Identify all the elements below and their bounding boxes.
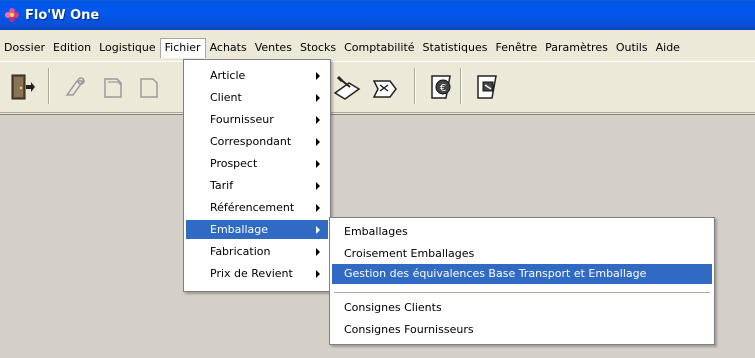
menu-dossier[interactable]: Dossier (0, 38, 49, 58)
tool-icon-3[interactable] (132, 68, 166, 106)
menu-stocks[interactable]: Stocks (296, 38, 340, 58)
menu-parametres[interactable]: Paramètres (541, 38, 612, 58)
submenu-arrow-icon (316, 94, 320, 102)
menu-item-label: Fabrication (210, 245, 271, 258)
menu-item-label: Emballage (210, 223, 268, 236)
fichier-item-correspondant[interactable]: Correspondant (186, 132, 328, 151)
flower-app-icon[interactable] (4, 7, 20, 23)
menu-comptabilite[interactable]: Comptabilité (340, 38, 418, 58)
svg-text:€: € (440, 83, 446, 94)
submenu-arrow-icon (316, 182, 320, 190)
submenu-arrow-icon (316, 138, 320, 146)
menu-edition[interactable]: Edition (49, 38, 95, 58)
fichier-item-fabrication[interactable]: Fabrication (186, 242, 328, 261)
tool-icon-1[interactable] (60, 68, 94, 106)
menu-item-label: Tarif (210, 179, 234, 192)
tool-icon-4[interactable] (330, 68, 364, 106)
submenu-item-croisement-emballages[interactable]: Croisement Emballages (332, 244, 712, 264)
submenu-arrow-icon (316, 72, 320, 80)
menu-item-label: Prospect (210, 157, 258, 170)
fichier-item-referencement[interactable]: Référencement (186, 198, 328, 217)
menu-logistique[interactable]: Logistique (95, 38, 160, 58)
submenu-arrow-icon (316, 160, 320, 168)
menu-item-label: Référencement (210, 201, 295, 214)
fichier-item-prospect[interactable]: Prospect (186, 154, 328, 173)
fichier-item-emballage[interactable]: Emballage (186, 220, 328, 239)
title-bar: Flo'W One (0, 0, 755, 30)
window-title: Flo'W One (25, 7, 100, 23)
menu-separator (334, 292, 710, 293)
exit-icon[interactable] (6, 68, 40, 106)
submenu-item-emballages[interactable]: Emballages (332, 222, 712, 242)
menu-item-label: Fournisseur (210, 113, 274, 126)
toolbar: € (0, 61, 755, 113)
fichier-item-client[interactable]: Client (186, 88, 328, 107)
menu-item-label: Client (210, 91, 242, 104)
fichier-item-fournisseur[interactable]: Fournisseur (186, 110, 328, 129)
menu-fenetre[interactable]: Fenêtre (492, 38, 542, 58)
submenu-item-consignes-clients[interactable]: Consignes Clients (332, 298, 712, 318)
toolbar-separator (414, 68, 416, 104)
fichier-item-tarif[interactable]: Tarif (186, 176, 328, 195)
menu-item-label: Article (210, 69, 246, 82)
submenu-arrow-icon (316, 226, 320, 234)
menu-achats[interactable]: Achats (206, 38, 251, 58)
toolbar-separator (460, 68, 462, 104)
fichier-item-prix-de-revient[interactable]: Prix de Revient (186, 264, 328, 283)
fichier-item-article[interactable]: Article (186, 66, 328, 85)
menu-fichier[interactable]: Fichier (159, 38, 206, 58)
menu-item-label: Prix de Revient (210, 267, 293, 280)
menu-bar: Dossier Edition Logistique Fichier Achat… (0, 37, 755, 59)
menu-outils[interactable]: Outils (612, 38, 652, 58)
menu-aide[interactable]: Aide (652, 38, 684, 58)
tool-icon-euro[interactable]: € (424, 68, 458, 106)
tool-icon-2[interactable] (96, 68, 130, 106)
menu-ventes[interactable]: Ventes (251, 38, 296, 58)
submenu-arrow-icon (316, 116, 320, 124)
toolbar-separator (48, 68, 50, 104)
submenu-arrow-icon (316, 204, 320, 212)
tool-icon-5[interactable] (368, 68, 402, 106)
emballage-submenu: Emballages Croisement Emballages Gestion… (329, 217, 715, 345)
menu-item-label: Correspondant (210, 135, 292, 148)
tool-icon-6[interactable] (470, 68, 504, 106)
menu-statistiques[interactable]: Statistiques (419, 38, 492, 58)
submenu-item-consignes-fournisseurs[interactable]: Consignes Fournisseurs (332, 320, 712, 340)
fichier-menu: Article Client Fournisseur Correspondant… (183, 59, 331, 292)
submenu-arrow-icon (316, 248, 320, 256)
submenu-arrow-icon (316, 270, 320, 278)
submenu-item-gestion-equivalences[interactable]: Gestion des équivalences Base Transport … (332, 264, 712, 284)
